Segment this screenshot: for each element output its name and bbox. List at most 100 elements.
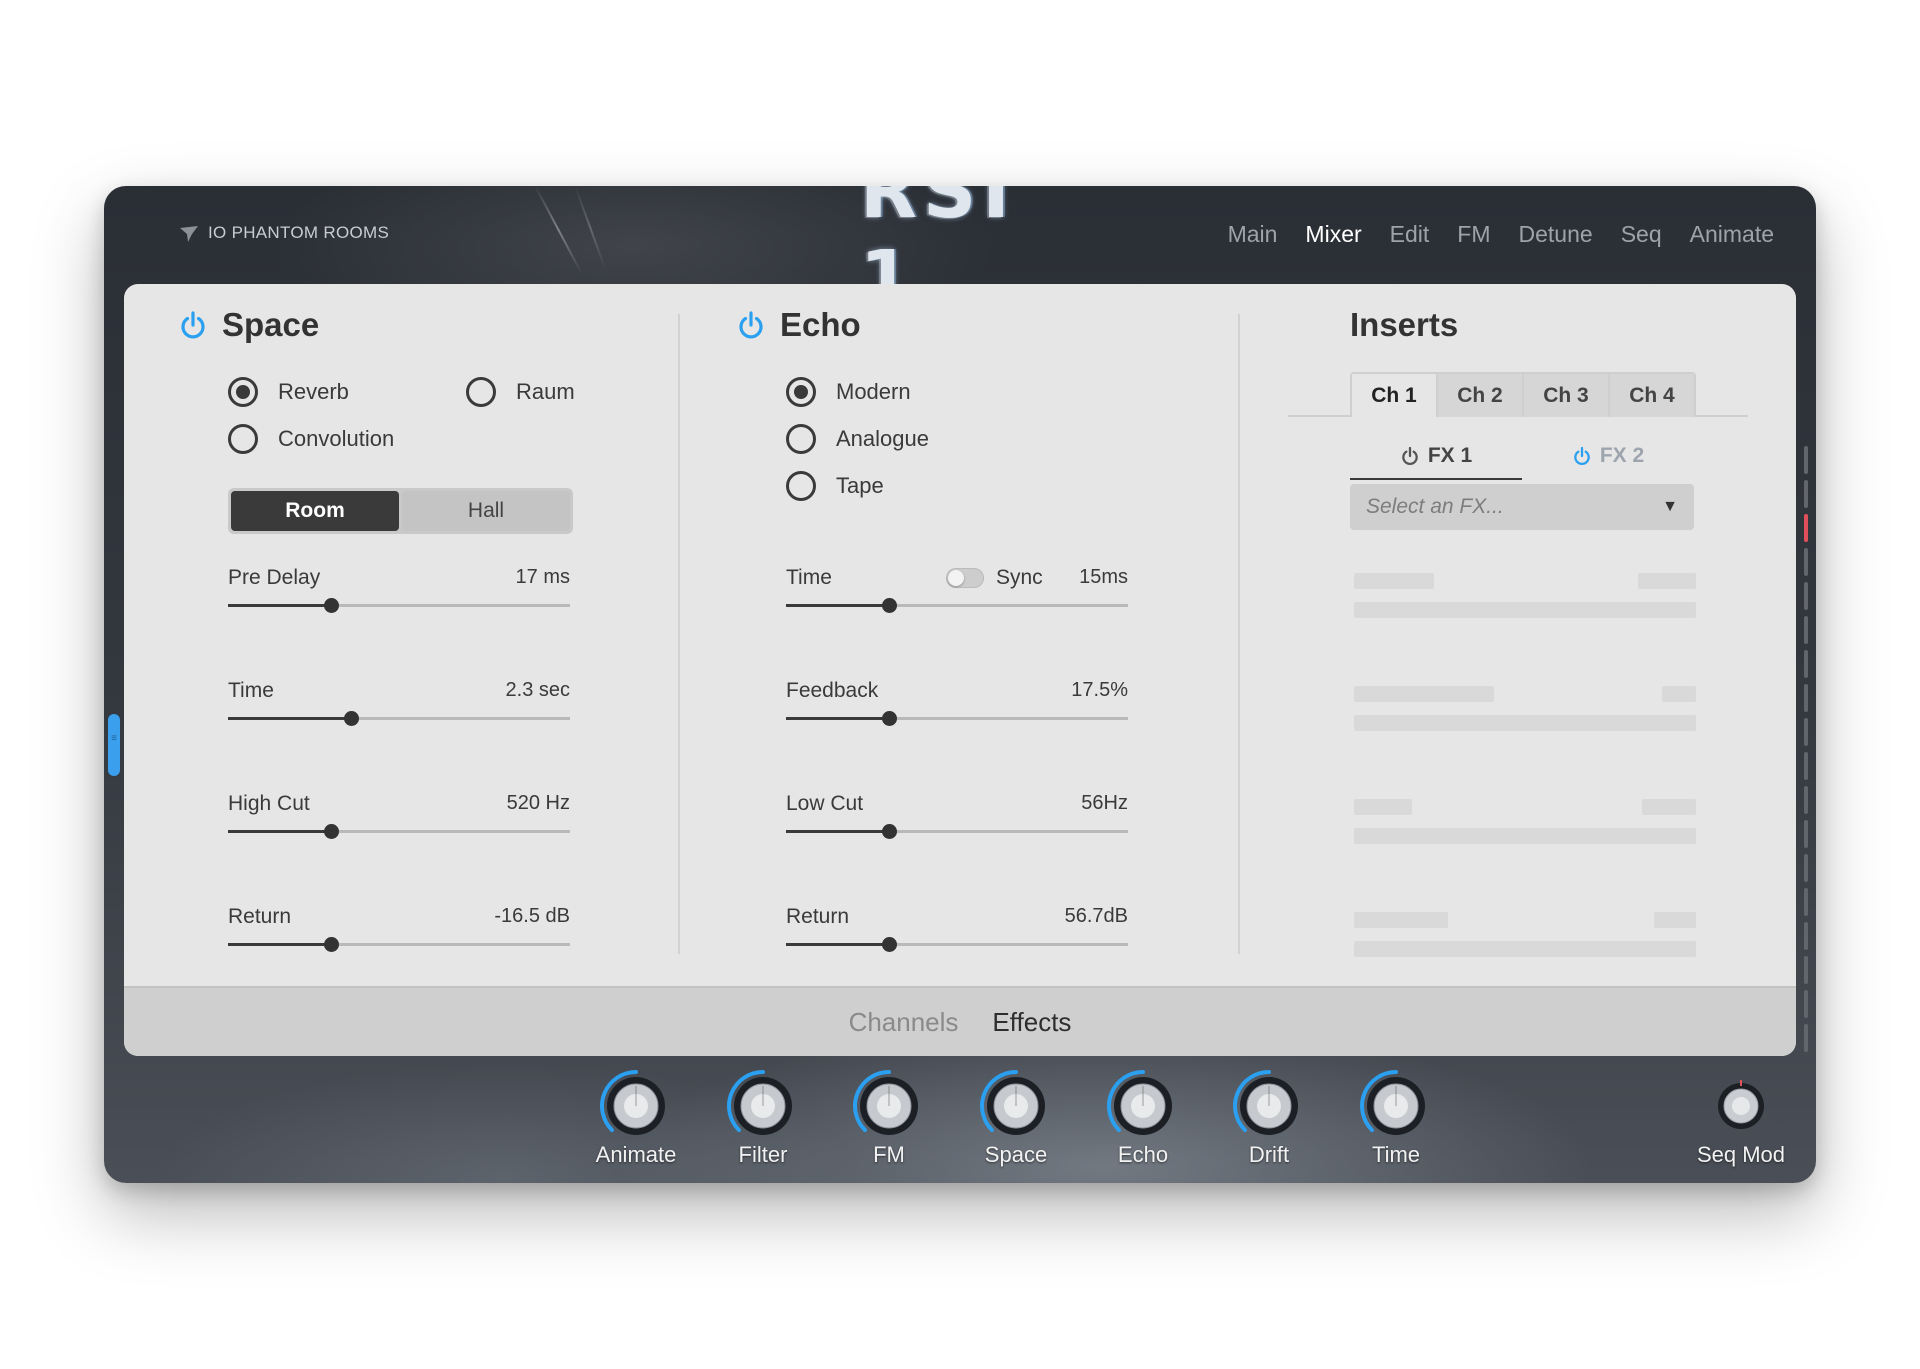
echo-knob[interactable] — [1103, 1066, 1183, 1146]
space-power-icon[interactable] — [178, 310, 208, 340]
tab-fx-1[interactable]: FX 1 — [1350, 436, 1522, 480]
hall-button[interactable]: Hall — [402, 491, 570, 531]
slider-fill — [786, 830, 889, 833]
echo-power-icon[interactable] — [736, 310, 766, 340]
brand: IO PHANTOM ROOMS — [178, 218, 389, 248]
nav-seq[interactable]: Seq — [1621, 221, 1662, 248]
radio-analogue[interactable]: Analogue — [786, 424, 929, 454]
slider-thumb[interactable] — [881, 937, 897, 952]
level-scale — [1804, 446, 1810, 1052]
macro-knob-time: Time — [1341, 1066, 1451, 1176]
placeholder-slider — [1354, 715, 1696, 731]
param-high-cut: High Cut 520 Hz — [228, 792, 570, 852]
sync-label: Sync — [996, 566, 1043, 589]
knob-label: Seq Mod — [1696, 1142, 1786, 1167]
seq-mod-knob[interactable] — [1701, 1066, 1781, 1146]
fm-knob[interactable] — [849, 1066, 929, 1146]
slider-thumb[interactable] — [323, 824, 339, 839]
tab-effects[interactable]: Effects — [992, 1007, 1071, 1038]
slider-fill — [228, 830, 331, 833]
animate-knob[interactable] — [596, 1066, 676, 1146]
high-cut-slider[interactable] — [228, 824, 570, 839]
fx-select-dropdown[interactable]: Select an FX... ▼ — [1350, 484, 1694, 530]
param-feedback: Feedback 17.5% — [786, 679, 1128, 739]
tab-fx-2[interactable]: FX 2 — [1522, 436, 1694, 476]
param-label: Time — [786, 566, 832, 589]
tab-ch-2[interactable]: Ch 2 — [1438, 374, 1522, 417]
slider-thumb[interactable] — [881, 824, 897, 839]
param-echo-time: Time Sync 15ms — [786, 566, 1128, 626]
feedback-slider[interactable] — [786, 711, 1128, 726]
placeholder-value — [1638, 573, 1696, 589]
slider-thumb[interactable] — [344, 711, 360, 726]
product-logo: RSI 1 — [860, 186, 1016, 321]
radio-raum-label: Raum — [516, 379, 575, 404]
placeholder-slider — [1354, 828, 1696, 844]
plugin-window: IO PHANTOM ROOMS RSI 1 Main Mixer Edit F… — [104, 186, 1816, 1183]
radio-convolution[interactable]: Convolution — [228, 424, 394, 454]
radio-analogue-indicator — [786, 424, 816, 454]
placeholder-slider — [1354, 602, 1696, 618]
radio-tape-indicator — [786, 471, 816, 501]
space-knob[interactable] — [976, 1066, 1056, 1146]
nav-animate[interactable]: Animate — [1690, 221, 1774, 248]
param-label: Feedback — [786, 679, 879, 702]
low-cut-slider[interactable] — [786, 824, 1128, 839]
slider-thumb[interactable] — [323, 598, 339, 613]
nav-detune[interactable]: Detune — [1519, 221, 1593, 248]
fx1-power-icon[interactable] — [1400, 446, 1420, 466]
nav-edit[interactable]: Edit — [1390, 221, 1430, 248]
slider-fill — [786, 943, 889, 946]
effects-panel: Space Reverb Raum Convolution Room Hall … — [124, 284, 1796, 1056]
channel-tabs: Ch 1 Ch 2 Ch 3 Ch 4 — [1350, 372, 1696, 417]
time-slider[interactable] — [228, 711, 570, 726]
scale-tick — [1804, 480, 1808, 508]
time-knob[interactable] — [1356, 1066, 1436, 1146]
param-label: Return — [786, 905, 850, 928]
side-panel-handle[interactable] — [108, 714, 120, 776]
nav-main[interactable]: Main — [1228, 221, 1278, 248]
tab-ch-1[interactable]: Ch 1 — [1352, 374, 1436, 417]
param-value: 56.7dB — [1064, 905, 1128, 927]
inserts-title: Inserts — [1350, 306, 1459, 343]
tab-ch-4[interactable]: Ch 4 — [1610, 374, 1694, 417]
radio-modern[interactable]: Modern — [786, 377, 911, 407]
macro-knob-drift: Drift — [1214, 1066, 1324, 1176]
radio-modern-label: Modern — [836, 379, 911, 404]
slider-thumb[interactable] — [323, 937, 339, 952]
pre-delay-slider[interactable] — [228, 598, 570, 613]
param-value: 520 Hz — [506, 792, 570, 814]
scale-tick — [1804, 548, 1808, 576]
tab-channels[interactable]: Channels — [849, 1007, 959, 1038]
radio-tape[interactable]: Tape — [786, 471, 884, 501]
nav-mixer[interactable]: Mixer — [1305, 221, 1361, 248]
chevron-down-icon: ▼ — [1662, 498, 1678, 515]
echo-return-slider[interactable] — [786, 937, 1128, 952]
echo-header: Echo — [736, 306, 861, 344]
param-value: 15ms — [1079, 566, 1128, 588]
filter-knob[interactable] — [723, 1066, 803, 1146]
background-streak — [534, 186, 583, 275]
slider-thumb[interactable] — [881, 711, 897, 726]
nav-fm[interactable]: FM — [1457, 221, 1490, 248]
macro-knob-fm: FM — [834, 1066, 944, 1176]
macro-knob-echo: Echo — [1088, 1066, 1198, 1176]
macro-knob-filter: Filter — [708, 1066, 818, 1176]
placeholder-label — [1354, 686, 1494, 702]
room-button[interactable]: Room — [231, 491, 399, 531]
param-value: 17 ms — [515, 566, 570, 588]
sync-control: Sync — [946, 566, 1043, 590]
radio-reverb[interactable]: Reverb — [228, 377, 349, 407]
radio-raum[interactable]: Raum — [466, 377, 575, 407]
tab-ch-3[interactable]: Ch 3 — [1524, 374, 1608, 417]
echo-time-slider[interactable] — [786, 598, 1128, 613]
slider-fill — [786, 604, 889, 607]
scale-tick — [1804, 956, 1808, 984]
slider-thumb[interactable] — [881, 598, 897, 613]
sync-toggle[interactable] — [946, 568, 984, 588]
scale-tick — [1804, 582, 1808, 610]
drift-knob[interactable] — [1229, 1066, 1309, 1146]
inserts-header: Inserts — [1350, 306, 1458, 344]
return-slider[interactable] — [228, 937, 570, 952]
fx2-power-icon[interactable] — [1572, 446, 1592, 466]
